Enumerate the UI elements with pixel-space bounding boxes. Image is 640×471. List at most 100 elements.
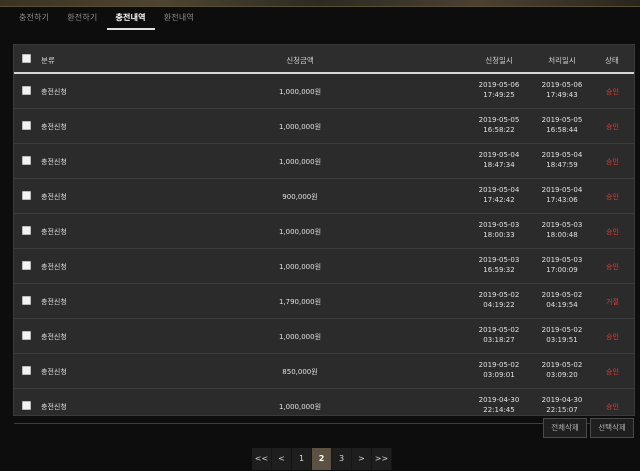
row-type: 충전신청 <box>41 88 67 96</box>
request-clock: 16:58:22 <box>483 126 515 134</box>
tab-bar: 충전하기 환전하기 충전내역 환전내역 <box>0 8 203 30</box>
request-date: 2019-05-03 <box>478 221 520 229</box>
request-clock: 18:00:33 <box>483 231 515 239</box>
row-amount: 1,000,000원 <box>278 263 322 271</box>
header-amount: 신청금액 <box>286 56 314 65</box>
row-type: 충전신청 <box>41 123 67 131</box>
row-process-time: 2019-05-03 17:00:09 <box>539 255 585 275</box>
request-clock: 18:47:34 <box>483 161 515 169</box>
request-date: 2019-05-05 <box>478 116 520 124</box>
row-process-time: 2019-05-06 17:49:43 <box>539 80 585 100</box>
row-amount: 1,790,000원 <box>278 298 322 306</box>
status-badge: 거절 <box>606 298 619 306</box>
prev-page-button[interactable]: < <box>272 448 292 470</box>
row-type: 충전신청 <box>41 403 67 411</box>
request-clock: 03:18:27 <box>483 336 515 344</box>
table-row: 충전신청 1,000,000원 2019-04-30 22:14:45 2019-04-… <box>14 389 634 424</box>
row-amount: 1,000,000원 <box>278 403 322 411</box>
status-badge: 승인 <box>606 193 619 201</box>
row-process-time: 2019-05-02 03:19:51 <box>539 325 585 345</box>
request-date: 2019-05-02 <box>478 361 520 369</box>
header-request-time: 신청일시 <box>485 56 513 65</box>
table-header: 분류 신청금액 신청일시 처리일시 상태 <box>14 45 634 74</box>
process-clock: 17:43:06 <box>546 196 578 204</box>
process-clock: 16:58:44 <box>546 126 578 134</box>
row-process-time: 2019-05-04 17:43:06 <box>539 185 585 205</box>
table-row: 충전신청 900,000원 2019-05-04 17:42:42 2019-05-04… <box>14 179 634 214</box>
tab-exchange-history[interactable]: 환전내역 <box>155 8 203 28</box>
last-page-button[interactable]: >> <box>372 448 392 470</box>
tab-charge-history[interactable]: 충전내역 <box>106 8 155 30</box>
row-checkbox[interactable] <box>22 156 31 165</box>
process-date: 2019-05-03 <box>541 256 583 264</box>
page-2-button[interactable]: 2 <box>312 448 332 470</box>
process-date: 2019-05-06 <box>541 81 583 89</box>
delete-selected-button[interactable]: 선택삭제 <box>590 418 634 438</box>
process-clock: 03:19:51 <box>546 336 578 344</box>
row-process-time: 2019-05-02 04:19:54 <box>539 290 585 310</box>
row-checkbox[interactable] <box>22 366 31 375</box>
process-date: 2019-04-30 <box>541 396 583 404</box>
row-checkbox[interactable] <box>22 226 31 235</box>
row-amount: 1,000,000원 <box>278 123 322 131</box>
next-page-button[interactable]: > <box>352 448 372 470</box>
row-type: 충전신청 <box>41 193 67 201</box>
request-date: 2019-05-04 <box>478 151 520 159</box>
row-amount: 850,000원 <box>282 368 318 376</box>
banner-divider <box>0 6 640 7</box>
row-checkbox[interactable] <box>22 331 31 340</box>
row-type: 충전신청 <box>41 158 67 166</box>
status-badge: 승인 <box>606 228 619 236</box>
table-row: 충전신청 1,000,000원 2019-05-05 16:58:22 2019-05-… <box>14 109 634 144</box>
table-row: 충전신청 1,000,000원 2019-05-06 17:49:25 2019-05-… <box>14 74 634 109</box>
table-row: 충전신청 1,000,000원 2019-05-04 18:47:34 2019-05-… <box>14 144 634 179</box>
request-clock: 17:49:25 <box>483 91 515 99</box>
table-row: 충전신청 850,000원 2019-05-02 03:09:01 2019-05-02… <box>14 354 634 389</box>
row-request-time: 2019-05-05 16:58:22 <box>476 115 522 135</box>
process-date: 2019-05-04 <box>541 186 583 194</box>
status-badge: 승인 <box>606 158 619 166</box>
request-clock: 03:09:01 <box>483 371 515 379</box>
row-request-time: 2019-05-02 04:19:22 <box>476 290 522 310</box>
row-checkbox[interactable] <box>22 86 31 95</box>
page-3-button[interactable]: 3 <box>332 448 352 470</box>
process-clock: 18:00:48 <box>546 231 578 239</box>
row-process-time: 2019-05-03 18:00:48 <box>539 220 585 240</box>
tab-charge[interactable]: 충전하기 <box>0 8 58 28</box>
row-amount: 1,000,000원 <box>278 228 322 236</box>
row-checkbox[interactable] <box>22 401 31 410</box>
process-date: 2019-05-02 <box>541 326 583 334</box>
row-checkbox[interactable] <box>22 261 31 270</box>
request-date: 2019-05-04 <box>478 186 520 194</box>
row-process-time: 2019-05-02 03:09:20 <box>539 360 585 380</box>
status-badge: 승인 <box>606 368 619 376</box>
row-checkbox[interactable] <box>22 191 31 200</box>
request-date: 2019-05-03 <box>478 256 520 264</box>
process-date: 2019-05-02 <box>541 361 583 369</box>
delete-all-button[interactable]: 전체삭제 <box>543 418 587 438</box>
first-page-button[interactable]: << <box>252 448 272 470</box>
process-date: 2019-05-04 <box>541 151 583 159</box>
tab-exchange[interactable]: 환전하기 <box>58 8 106 28</box>
row-request-time: 2019-05-03 16:59:32 <box>476 255 522 275</box>
process-clock: 17:00:09 <box>546 266 578 274</box>
history-table: 분류 신청금액 신청일시 처리일시 상태 충전신청 1,000,000원 2019-… <box>13 44 635 424</box>
pagination: << < 1 2 3 > >> <box>252 448 392 470</box>
row-type: 충전신청 <box>41 298 67 306</box>
select-all-checkbox[interactable] <box>22 54 31 63</box>
row-checkbox[interactable] <box>22 121 31 130</box>
request-date: 2019-04-30 <box>478 396 520 404</box>
row-process-time: 2019-05-04 18:47:59 <box>539 150 585 170</box>
request-clock: 04:19:22 <box>483 301 515 309</box>
page-1-button[interactable]: 1 <box>292 448 312 470</box>
row-request-time: 2019-05-02 03:18:27 <box>476 325 522 345</box>
request-date: 2019-05-06 <box>478 81 520 89</box>
row-request-time: 2019-05-02 03:09:01 <box>476 360 522 380</box>
request-clock: 16:59:32 <box>483 266 515 274</box>
process-date: 2019-05-05 <box>541 116 583 124</box>
row-checkbox[interactable] <box>22 296 31 305</box>
row-request-time: 2019-05-04 17:42:42 <box>476 185 522 205</box>
row-type: 충전신청 <box>41 228 67 236</box>
request-clock: 17:42:42 <box>483 196 515 204</box>
row-amount: 1,000,000원 <box>278 88 322 96</box>
